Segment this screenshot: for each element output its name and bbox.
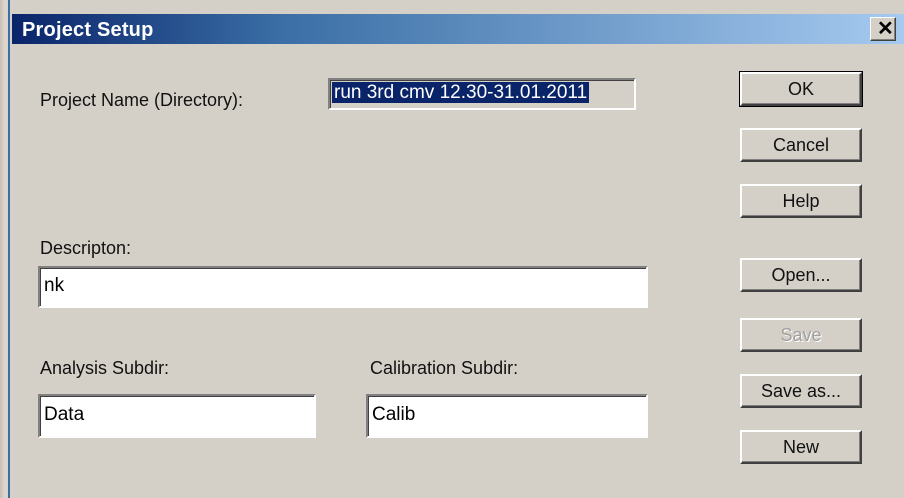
analysis-subdir-field[interactable]: Data — [38, 394, 316, 438]
analysis-subdir-label: Analysis Subdir: — [40, 358, 170, 378]
ok-button[interactable]: OK — [739, 71, 863, 107]
project-setup-dialog: Project Setup ✕ Project Name (Directory)… — [0, 0, 904, 498]
project-name-field[interactable]: run 3rd cmv 12.30-31.01.2011 — [328, 78, 636, 110]
calibration-subdir-field[interactable]: Calib — [366, 394, 648, 438]
project-name-label: Project Name (Directory): — [40, 90, 244, 110]
project-name-value: run 3rd cmv 12.30-31.01.2011 — [332, 82, 590, 103]
cancel-button[interactable]: Cancel — [740, 128, 862, 162]
window-title: Project Setup — [22, 19, 154, 41]
save-as-button[interactable]: Save as... — [740, 374, 862, 408]
open-button[interactable]: Open... — [740, 258, 862, 292]
window-border-line — [8, 0, 10, 498]
help-button[interactable]: Help — [740, 184, 862, 218]
description-field[interactable]: nk — [38, 266, 648, 308]
new-button[interactable]: New — [740, 430, 862, 464]
close-icon: ✕ — [877, 18, 894, 40]
description-label: Descripton: — [40, 238, 132, 258]
save-button[interactable]: Save — [740, 318, 862, 352]
close-button[interactable]: ✕ — [870, 17, 896, 41]
calibration-subdir-label: Calibration Subdir: — [370, 358, 519, 378]
window-left-edge — [0, 0, 12, 498]
